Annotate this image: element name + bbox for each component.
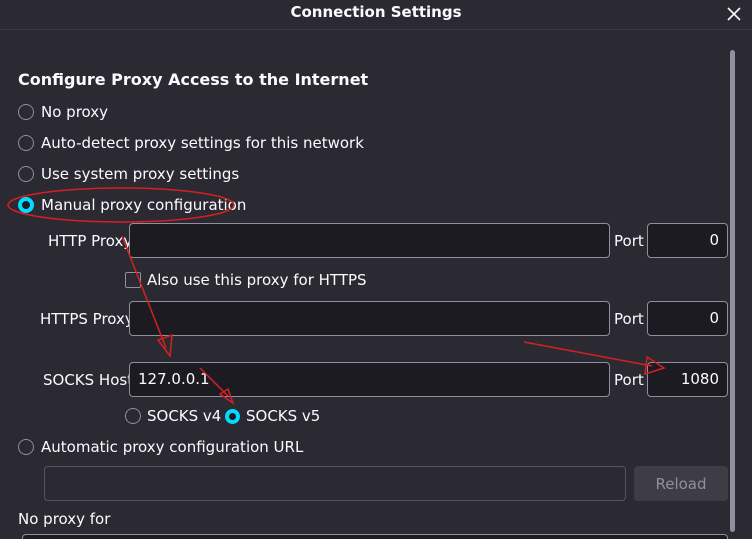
radio-socks-v4[interactable]: SOCKS v4 xyxy=(125,405,221,427)
radio-button[interactable] xyxy=(18,166,34,182)
dialog-titlebar: Connection Settings xyxy=(0,0,752,30)
http-port-input[interactable]: 0 xyxy=(647,223,728,258)
socks-port-label: Port xyxy=(614,371,644,389)
radio-system-proxy[interactable]: Use system proxy settings xyxy=(18,163,239,185)
no-proxy-for-label: No proxy for xyxy=(18,510,111,528)
checkbox[interactable] xyxy=(125,272,141,288)
radio-label: SOCKS v4 xyxy=(147,407,222,425)
close-button[interactable] xyxy=(716,0,752,28)
radio-auto-detect[interactable]: Auto-detect proxy settings for this netw… xyxy=(18,132,364,154)
radio-label: Manual proxy configuration xyxy=(41,196,247,214)
radio-label: Use system proxy settings xyxy=(41,165,240,183)
dialog-title: Connection Settings xyxy=(290,3,462,21)
radio-no-proxy[interactable]: No proxy xyxy=(18,101,108,123)
socks-port-input[interactable]: 1080 xyxy=(647,362,728,397)
auto-config-url-input[interactable] xyxy=(44,466,626,501)
radio-button[interactable] xyxy=(18,104,34,120)
http-proxy-label: HTTP Proxy xyxy=(48,232,133,250)
radio-button-selected[interactable] xyxy=(18,197,34,213)
radio-button[interactable] xyxy=(18,439,34,455)
also-use-for-https-checkbox[interactable]: Also use this proxy for HTTPS xyxy=(125,269,367,291)
radio-label: SOCKS v5 xyxy=(246,407,321,425)
socks-host-input[interactable]: 127.0.0.1 xyxy=(129,362,610,397)
close-icon xyxy=(727,7,741,21)
https-port-label: Port xyxy=(614,310,644,328)
radio-socks-v5[interactable]: SOCKS v5 xyxy=(225,405,320,427)
https-proxy-input[interactable] xyxy=(129,301,610,336)
radio-label: No proxy xyxy=(41,103,108,121)
section-heading: Configure Proxy Access to the Internet xyxy=(18,70,369,89)
http-proxy-input[interactable] xyxy=(129,223,610,258)
radio-label: Auto-detect proxy settings for this netw… xyxy=(41,134,364,152)
https-proxy-label: HTTPS Proxy xyxy=(40,310,134,328)
radio-button-selected[interactable] xyxy=(225,408,240,424)
socks-host-label: SOCKS Host xyxy=(43,371,134,389)
https-port-input[interactable]: 0 xyxy=(647,301,728,336)
http-port-label: Port xyxy=(614,232,644,250)
radio-button[interactable] xyxy=(18,135,34,151)
radio-auto-config-url[interactable]: Automatic proxy configuration URL xyxy=(18,436,303,458)
radio-manual-proxy[interactable]: Manual proxy configuration xyxy=(18,194,246,216)
no-proxy-for-input[interactable] xyxy=(22,534,728,539)
radio-button[interactable] xyxy=(125,408,141,424)
checkbox-label: Also use this proxy for HTTPS xyxy=(147,271,367,289)
scrollbar[interactable] xyxy=(730,50,735,532)
radio-label: Automatic proxy configuration URL xyxy=(41,438,304,456)
reload-button[interactable]: Reload xyxy=(634,466,728,501)
